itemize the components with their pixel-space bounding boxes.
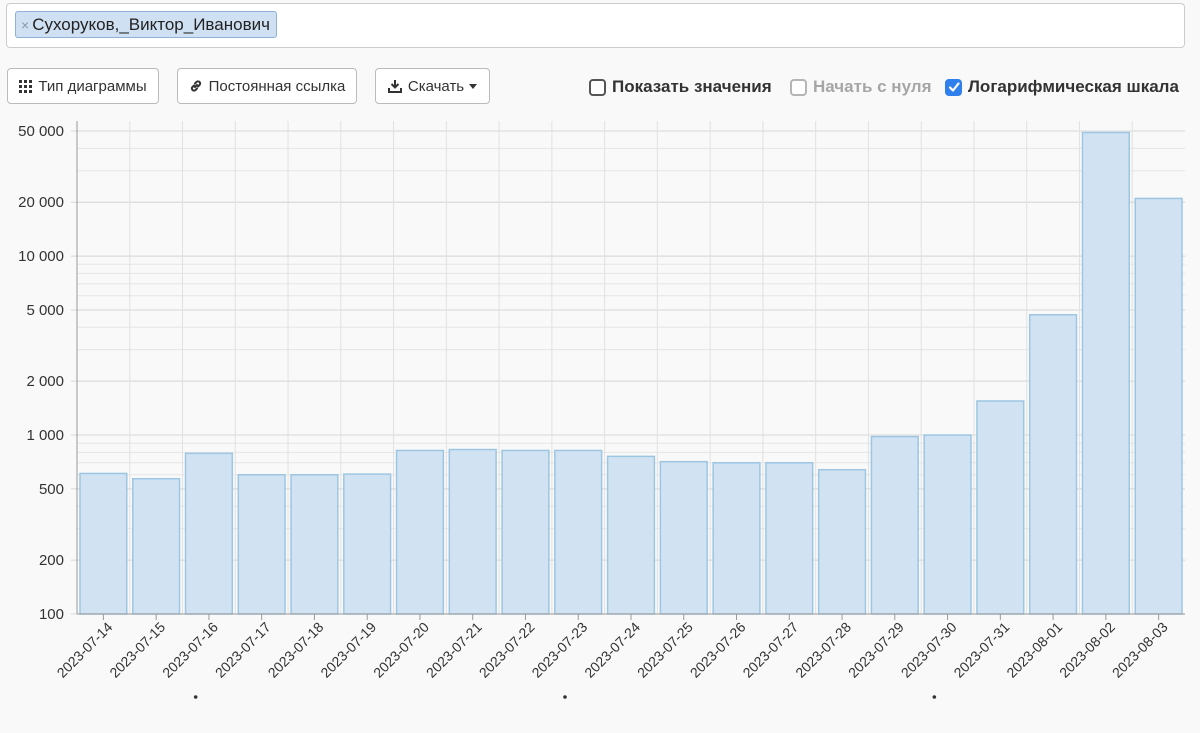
checkbox-box[interactable]	[589, 78, 606, 96]
y-tick-label: 5 000	[26, 302, 64, 319]
bar	[976, 400, 1025, 615]
bar	[237, 473, 286, 615]
bar	[132, 477, 181, 615]
download-label: Скачать	[407, 77, 465, 95]
chart-type-label: Тип диаграммы	[38, 77, 147, 95]
y-tick-label: 2 000	[26, 373, 64, 390]
download-button[interactable]: Скачать	[375, 68, 490, 104]
show-values-label: Показать значения	[612, 77, 772, 96]
permalink-label: Постоянная ссылка	[208, 77, 346, 95]
bar	[817, 468, 867, 615]
x-tick-label: 2023-07-22	[476, 619, 538, 681]
x-tick-label: 2023-07-23	[528, 619, 590, 681]
x-tick-label: 2023-07-29	[845, 619, 907, 681]
x-tick-label: 2023-07-25	[634, 619, 696, 681]
bar	[1134, 197, 1183, 615]
weekend-marker-dot	[193, 695, 198, 699]
x-tick-label: 2023-07-21	[423, 619, 485, 681]
x-tick-label: 2023-08-01	[1003, 619, 1065, 681]
article-tag: × Сухоруков,_Виктор_Иванович	[15, 11, 277, 38]
log-scale-label: Логарифмическая шкала	[968, 77, 1179, 96]
y-tick-label: 200	[39, 552, 64, 569]
bar	[606, 455, 656, 615]
bar	[79, 472, 128, 615]
x-tick-label: 2023-07-17	[212, 619, 274, 681]
bar	[765, 462, 814, 615]
y-tick-label: 500	[39, 481, 64, 498]
caret-down-icon	[469, 83, 478, 89]
x-tick-label: 2023-08-03	[1109, 619, 1171, 681]
permalink-button[interactable]: Постоянная ссылка	[177, 68, 357, 104]
bar	[184, 452, 234, 615]
bar	[448, 448, 497, 615]
bar	[554, 449, 603, 615]
bar	[1028, 314, 1078, 615]
bar	[501, 449, 550, 615]
bar	[870, 435, 919, 615]
y-tick-label: 20 000	[18, 194, 64, 211]
chart-type-button[interactable]: Тип диаграммы	[7, 68, 159, 104]
x-tick-label: 2023-08-02	[1056, 619, 1118, 681]
grid-icon	[19, 79, 33, 93]
bar	[712, 462, 761, 615]
weekend-marker-dot	[563, 695, 567, 699]
remove-tag-icon[interactable]: ×	[21, 17, 29, 33]
x-tick-label: 2023-07-15	[106, 619, 168, 681]
download-icon	[387, 80, 402, 93]
y-tick-label: 100	[39, 606, 64, 623]
log-scale-checkbox[interactable]: Логарифмическая шкала	[945, 76, 1179, 98]
checkbox-box[interactable]	[945, 78, 962, 96]
x-tick-label: 2023-07-30	[898, 619, 960, 681]
article-tag-label: Сухоруков,_Виктор_Иванович	[32, 14, 270, 34]
bar	[923, 434, 972, 615]
x-tick-label: 2023-07-27	[739, 619, 801, 681]
x-tick-label: 2023-07-26	[687, 619, 749, 681]
x-tick-label: 2023-07-18	[265, 619, 327, 681]
y-tick-label: 50 000	[18, 123, 64, 140]
article-search-input[interactable]: × Сухоруков,_Виктор_Иванович	[6, 3, 1185, 48]
start-zero-label: Начать с нуля	[813, 77, 932, 96]
x-tick-label: 2023-07-28	[792, 619, 854, 681]
checkmark-icon	[948, 82, 960, 92]
x-tick-label: 2023-07-24	[581, 619, 643, 681]
x-tick-label: 2023-07-16	[159, 619, 221, 681]
link-icon	[190, 80, 201, 92]
bar	[395, 449, 445, 615]
show-values-checkbox[interactable]: Показать значения	[589, 76, 772, 98]
y-tick-label: 1 000	[26, 427, 64, 444]
bar-chart: 100 200 500 1 000 2 000 5 000 10 000 20 000 50 0…	[18, 121, 1185, 699]
x-tick-label: 2023-07-14	[54, 619, 116, 681]
bar	[290, 473, 339, 615]
x-tick-label: 2023-07-19	[317, 619, 379, 681]
x-tick-label: 2023-07-20	[370, 619, 432, 681]
checkbox-box[interactable]	[790, 78, 807, 96]
start-zero-checkbox[interactable]: Начать с нуля	[790, 76, 932, 98]
bar	[343, 473, 392, 615]
bar	[659, 460, 708, 615]
x-tick-label: 2023-07-31	[950, 619, 1012, 681]
y-tick-label: 10 000	[18, 248, 64, 265]
bar	[1081, 131, 1130, 615]
weekend-marker-dot	[932, 695, 937, 699]
